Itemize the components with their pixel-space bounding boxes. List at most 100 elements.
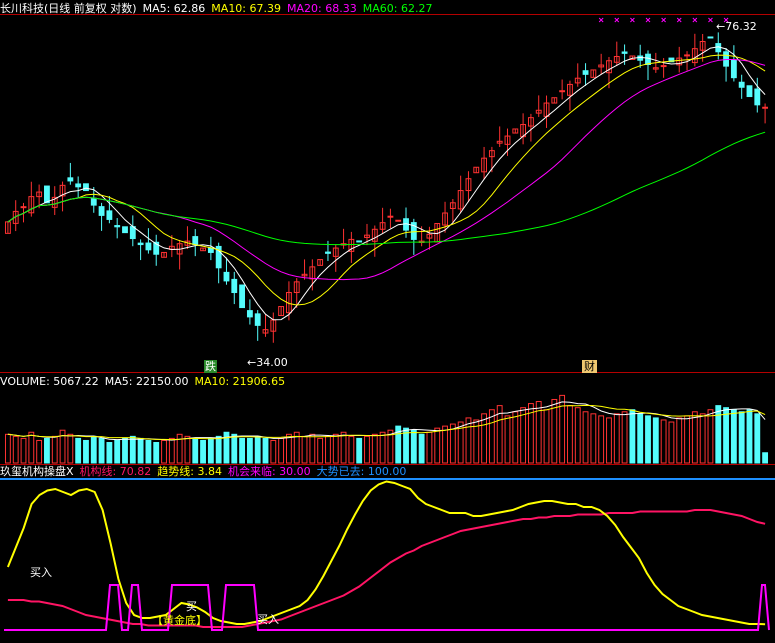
volume-bar bbox=[715, 405, 722, 464]
volume-bar bbox=[98, 437, 105, 464]
volume-value: VOLUME: 5067.22 bbox=[0, 375, 99, 388]
volume-bar bbox=[590, 413, 597, 464]
volume-bar bbox=[606, 417, 612, 464]
volume-bar bbox=[645, 415, 651, 464]
volume-bar bbox=[730, 409, 737, 464]
volume-bar bbox=[504, 415, 511, 464]
volume-bar bbox=[723, 407, 729, 464]
candle-body bbox=[98, 206, 105, 216]
volume-bar bbox=[629, 409, 636, 464]
volume-bar bbox=[364, 435, 370, 464]
volume-bar bbox=[762, 452, 769, 464]
volume-bar bbox=[192, 437, 199, 464]
candle-body bbox=[730, 59, 737, 79]
candle-body bbox=[621, 51, 628, 54]
candle-body bbox=[122, 226, 128, 234]
volume-bar bbox=[676, 417, 683, 464]
chart-title: 长川科技(日线 前复权 对数) bbox=[0, 2, 137, 15]
golden-bottom-label: 【黄金底】 bbox=[152, 614, 207, 627]
candle-body bbox=[239, 284, 246, 309]
volume-bar bbox=[246, 437, 253, 464]
candle-body bbox=[254, 313, 261, 326]
volume-bar bbox=[543, 409, 550, 464]
chart-stage[interactable]: 长川科技(日线 前复权 对数) MA5: 62.86 MA10: 67.39 MA20… bbox=[0, 0, 775, 639]
indicator-lines bbox=[0, 478, 775, 631]
volume-bar bbox=[83, 439, 89, 464]
volume-bar bbox=[621, 411, 628, 464]
price-header: 长川科技(日线 前复权 对数) MA5: 62.86 MA10: 67.39 MA20… bbox=[0, 2, 438, 16]
volume-bar bbox=[215, 435, 222, 464]
candle-body bbox=[246, 310, 253, 318]
volume-bar bbox=[332, 433, 339, 464]
top-signal-mark bbox=[676, 17, 682, 23]
candle-body bbox=[754, 88, 761, 106]
volume-bar bbox=[51, 435, 58, 464]
chance-signal-line bbox=[4, 584, 770, 631]
volume-bar bbox=[481, 413, 487, 464]
volume-bar bbox=[106, 442, 113, 464]
chart-canvas[interactable] bbox=[0, 0, 775, 639]
volume-ma5: MA5: 22150.00 bbox=[104, 375, 189, 388]
volume-bar bbox=[4, 433, 11, 464]
ma60-value: MA60: 62.27 bbox=[362, 2, 433, 15]
volume-bar bbox=[754, 413, 761, 464]
candle-body bbox=[723, 51, 729, 67]
inst-line bbox=[7, 509, 766, 628]
volume-bar bbox=[317, 437, 324, 464]
volume-bar bbox=[28, 431, 35, 464]
volume-bar bbox=[231, 433, 238, 464]
ma5-value: MA5: 62.86 bbox=[142, 2, 206, 15]
volume-bar bbox=[129, 435, 136, 464]
volume-bar bbox=[551, 398, 558, 464]
candle-body bbox=[223, 271, 230, 282]
candle-body bbox=[762, 106, 769, 109]
volume-bar bbox=[426, 431, 433, 464]
volume-bar bbox=[348, 435, 355, 464]
top-signal-mark bbox=[630, 17, 635, 23]
trend-line-value: 趋势线: 3.84 bbox=[157, 465, 222, 478]
volume-bar bbox=[309, 433, 316, 464]
indicator-header: 玖玺机构操盘X 机构线: 70.82 趋势线: 3.84 机会来临: 30.00 大势已… bbox=[0, 465, 412, 479]
volume-bar bbox=[684, 415, 690, 464]
signal-markers bbox=[598, 17, 729, 23]
ma20-value: MA20: 68.33 bbox=[287, 2, 357, 15]
volume-bar bbox=[598, 415, 605, 464]
candle-body bbox=[387, 215, 394, 218]
finance-badge: 财 bbox=[582, 360, 597, 373]
die-badge: 跌 bbox=[204, 360, 217, 373]
candle-body bbox=[106, 210, 113, 220]
candle-body bbox=[114, 225, 121, 228]
candle-body bbox=[20, 206, 27, 209]
chance-value: 机会来临: 30.00 bbox=[227, 465, 311, 478]
volume-bar bbox=[168, 437, 175, 464]
volume-bar bbox=[114, 439, 121, 464]
volume-bar bbox=[371, 433, 378, 464]
candle-body bbox=[660, 65, 667, 68]
buy-label-3: 买入 bbox=[257, 613, 279, 626]
trend-line bbox=[6, 480, 766, 626]
volume-bar bbox=[660, 419, 667, 464]
volume-bar bbox=[145, 439, 152, 464]
volume-bar bbox=[137, 437, 144, 464]
top-signal-mark bbox=[598, 17, 604, 23]
top-signal-mark bbox=[692, 17, 698, 23]
volume-bar bbox=[325, 435, 331, 464]
inst-line-value: 机构线: 70.82 bbox=[79, 465, 152, 478]
candle-body bbox=[145, 242, 152, 251]
candle-body bbox=[67, 177, 74, 182]
volume-bar bbox=[20, 437, 27, 464]
ma20-line bbox=[7, 59, 766, 281]
high-annotation: ←76.32 bbox=[716, 20, 757, 33]
volume-bar bbox=[36, 439, 43, 464]
candle-body bbox=[75, 183, 82, 188]
volume-bar bbox=[12, 435, 19, 464]
gone-value: 大势已去: 100.00 bbox=[316, 465, 407, 478]
volume-bar bbox=[356, 437, 363, 464]
low-annotation: ←34.00 bbox=[247, 356, 288, 369]
candle-body bbox=[559, 90, 566, 93]
volume-bar bbox=[738, 411, 745, 464]
volume-bar bbox=[239, 437, 246, 464]
volume-bar bbox=[270, 439, 277, 464]
candle-body bbox=[137, 242, 144, 246]
volume-bar bbox=[340, 431, 347, 464]
